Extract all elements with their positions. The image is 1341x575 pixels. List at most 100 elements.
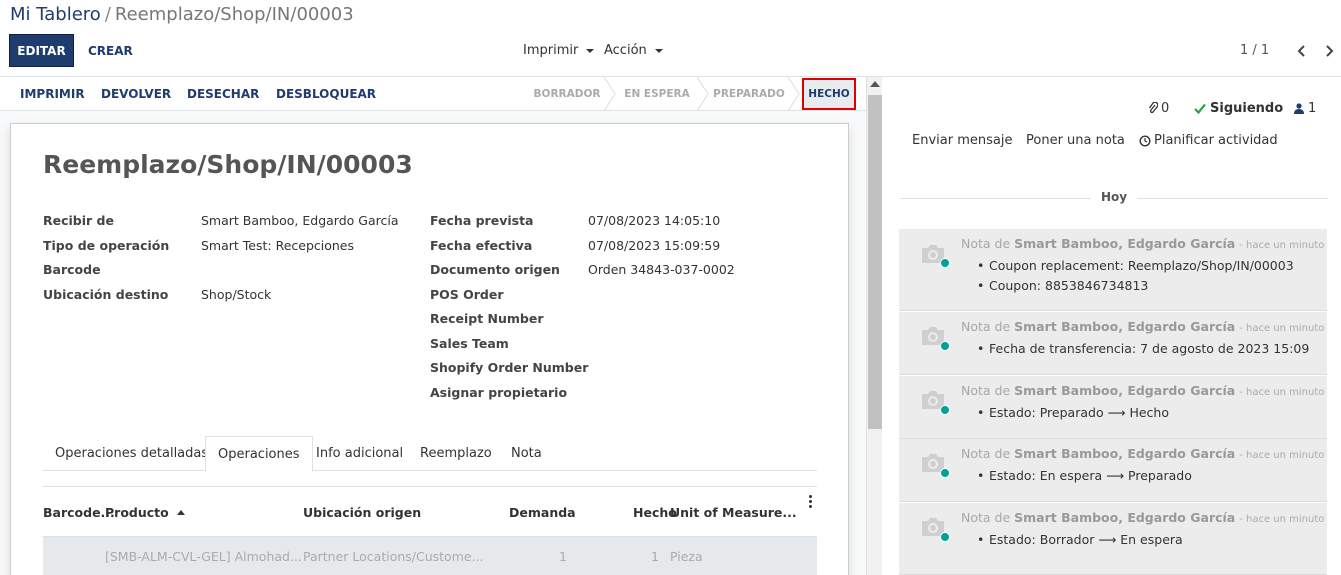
field-value-effective-date[interactable]: 07/08/2023 15:09:59: [588, 238, 720, 253]
chatter-message: Nota de Smart Bamboo, Edgardo García - h…: [899, 376, 1327, 439]
following-button[interactable]: Siguiendo: [1194, 101, 1283, 116]
record-title: Reemplazo/Shop/IN/00003: [43, 150, 413, 179]
field-label-operation-type: Tipo de operación: [43, 238, 170, 253]
sort-ascending-icon: [176, 509, 185, 515]
breadcrumb-root-link[interactable]: Mi Tablero: [10, 4, 101, 25]
scrollbar-thumb[interactable]: [868, 95, 882, 429]
stage-draft[interactable]: BORRADOR: [530, 77, 604, 111]
cell-product: [SMB-ALM-CVL-GEL] Almohad...: [105, 548, 302, 564]
following-label: Siguiendo: [1210, 101, 1284, 116]
check-icon: [1194, 103, 1206, 114]
message-header: Nota de Smart Bamboo, Edgardo García - h…: [961, 510, 1324, 525]
stage-separator-icon: [604, 77, 616, 111]
message-author[interactable]: Smart Bamboo, Edgardo García: [1014, 510, 1235, 525]
chatter-message: Nota de Smart Bamboo, Edgardo García - h…: [899, 229, 1327, 311]
column-demand[interactable]: Demanda: [509, 487, 576, 537]
chevron-right-icon: [1326, 44, 1334, 57]
message-author[interactable]: Smart Bamboo, Edgardo García: [1014, 236, 1235, 251]
online-status-icon: [940, 405, 950, 415]
stage-separator-icon: [697, 77, 709, 111]
table-row[interactable]: [SMB-ALM-CVL-GEL] Almohad... Partner Loc…: [43, 537, 817, 575]
field-label-pos-order: POS Order: [430, 287, 504, 302]
pager-next-button[interactable]: [1317, 34, 1341, 67]
return-button[interactable]: DEVOLVER: [101, 77, 171, 111]
field-label-barcode: Barcode: [43, 262, 101, 277]
field-label-scheduled-date: Fecha prevista: [430, 213, 534, 228]
message-author[interactable]: Smart Bamboo, Edgardo García: [1014, 319, 1235, 334]
message-author[interactable]: Smart Bamboo, Edgardo García: [1014, 446, 1235, 461]
message-line: Coupon replacement: Reemplazo/Shop/IN/00…: [977, 258, 1294, 273]
message-header: Nota de Smart Bamboo, Edgardo García - h…: [961, 319, 1324, 334]
field-value-source-document[interactable]: Orden 34843-037-0002: [588, 262, 735, 277]
scroll-up-icon[interactable]: [870, 81, 880, 87]
message-header: Nota de Smart Bamboo, Edgardo García - h…: [961, 236, 1324, 251]
online-status-icon: [940, 341, 950, 351]
tab-detailed-operations[interactable]: Operaciones detalladas: [43, 436, 220, 471]
message-line: Fecha de transferencia: 7 de agosto de 2…: [977, 341, 1309, 356]
unlock-button[interactable]: DESBLOQUEAR: [276, 77, 376, 111]
message-time: - hace un minuto: [1239, 323, 1325, 334]
action-dropdown-label: Acción: [604, 43, 647, 58]
message-line: Estado: Borrador ⟶ En espera: [977, 532, 1183, 547]
clock-icon: [1139, 134, 1151, 147]
action-dropdown[interactable]: Acción: [604, 34, 663, 67]
field-label-partner: Recibir de: [43, 213, 114, 228]
followers-count: 1: [1308, 101, 1317, 116]
table-header: Barcode... Producto Ubicación origen Dem…: [43, 486, 817, 537]
tab-note[interactable]: Nota: [499, 436, 554, 471]
print-button[interactable]: IMPRIMIR: [20, 77, 85, 111]
message-line: Estado: En espera ⟶ Preparado: [977, 468, 1192, 483]
stage-ready[interactable]: PREPARADO: [710, 77, 788, 111]
form-scrollbar[interactable]: [866, 77, 882, 575]
tab-operations[interactable]: Operaciones: [205, 436, 313, 472]
scrap-button[interactable]: DESECHAR: [187, 77, 259, 111]
field-label-receipt-number: Receipt Number: [430, 311, 544, 326]
tab-replacement[interactable]: Reemplazo: [408, 436, 504, 471]
print-dropdown-label: Imprimir: [523, 43, 579, 58]
message-prefix: Nota de: [961, 236, 1011, 251]
column-unit-of-measure[interactable]: Unit of Measure...: [670, 487, 797, 537]
cell-unit-of-measure: Pieza: [670, 548, 703, 564]
notebook-tabs: Operaciones detalladas Operaciones Info …: [43, 436, 817, 472]
tab-additional-info[interactable]: Info adicional: [304, 436, 415, 471]
field-value-operation-type[interactable]: Smart Test: Recepciones: [201, 238, 354, 253]
schedule-activity-button[interactable]: Planificar actividad: [1139, 133, 1278, 148]
breadcrumb: Mi Tablero / Reemplazo/Shop/IN/00003: [10, 4, 354, 26]
user-icon: [1294, 103, 1304, 114]
message-header: Nota de Smart Bamboo, Edgardo García - h…: [961, 383, 1324, 398]
field-value-destination[interactable]: Shop/Stock: [201, 287, 271, 302]
field-value-partner[interactable]: Smart Bamboo, Edgardo García: [201, 213, 399, 228]
optional-columns-icon[interactable]: [805, 495, 815, 509]
pager-previous-button[interactable]: [1290, 34, 1314, 67]
column-product[interactable]: Producto: [105, 487, 185, 537]
attachments-button[interactable]: 0: [1148, 101, 1169, 116]
stage-done[interactable]: HECHO: [802, 78, 856, 110]
message-prefix: Nota de: [961, 446, 1011, 461]
followers-button[interactable]: 1: [1294, 101, 1316, 116]
paperclip-icon: [1148, 102, 1158, 114]
cell-done: 1: [651, 548, 659, 564]
field-label-sales-team: Sales Team: [430, 336, 509, 351]
field-label-shopify-order: Shopify Order Number: [430, 360, 589, 375]
message-prefix: Nota de: [961, 510, 1011, 525]
date-divider-label: Hoy: [1091, 190, 1138, 204]
message-time: - hace un minuto: [1239, 240, 1325, 251]
status-bar: IMPRIMIR DEVOLVER DESECHAR DESBLOQUEAR B…: [0, 77, 866, 111]
send-message-button[interactable]: Enviar mensaje: [912, 133, 1012, 148]
print-dropdown[interactable]: Imprimir: [523, 34, 595, 67]
online-status-icon: [940, 532, 950, 542]
message-prefix: Nota de: [961, 383, 1011, 398]
pager-value[interactable]: 1 / 1: [1240, 34, 1269, 67]
message-time: - hace un minuto: [1239, 514, 1325, 525]
edit-button[interactable]: EDITAR: [9, 34, 74, 67]
create-button[interactable]: CREAR: [80, 34, 141, 67]
column-source-location[interactable]: Ubicación origen: [303, 487, 421, 537]
stage-waiting[interactable]: EN ESPERA: [617, 77, 697, 111]
column-product-label: Producto: [105, 504, 169, 520]
field-label-source-document: Documento origen: [430, 262, 560, 277]
field-value-scheduled-date[interactable]: 07/08/2023 14:05:10: [588, 213, 720, 228]
message-author[interactable]: Smart Bamboo, Edgardo García: [1014, 383, 1235, 398]
log-note-button[interactable]: Poner una nota: [1026, 133, 1125, 148]
field-label-owner: Asignar propietario: [430, 385, 568, 400]
online-status-icon: [940, 468, 950, 478]
